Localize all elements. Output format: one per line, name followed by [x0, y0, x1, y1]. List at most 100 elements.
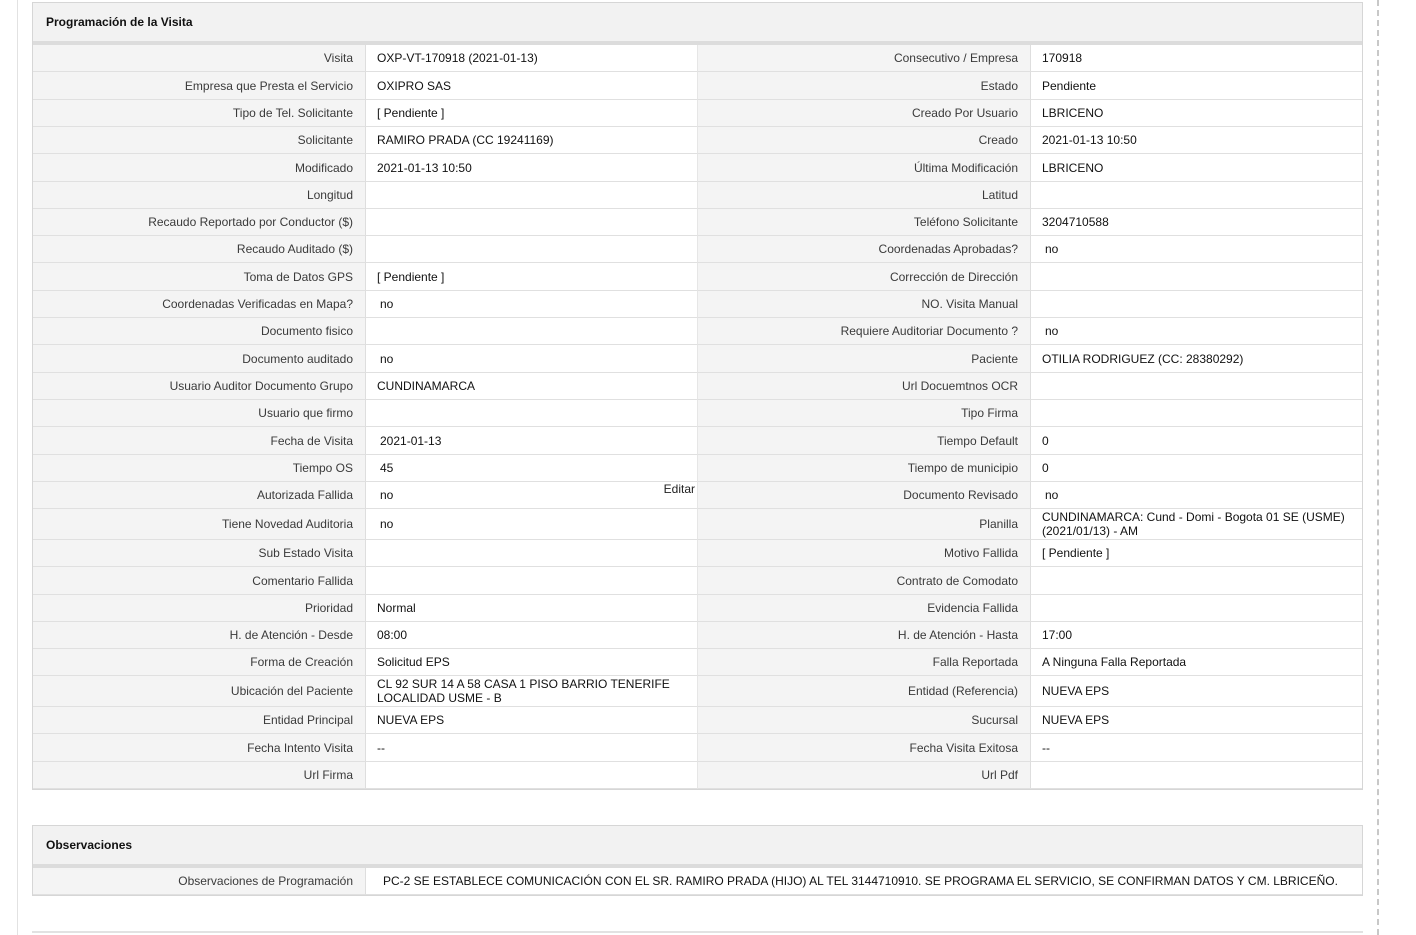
next-panel-top-border [32, 931, 1363, 933]
observaciones-panel: Observaciones Observaciones de Programac… [32, 825, 1363, 896]
field-value: CL 92 SUR 14 A 58 CASA 1 PISO BARRIO TEN… [366, 676, 698, 707]
field-value-text: no [380, 488, 394, 502]
field-value [1031, 400, 1362, 427]
field-value: [ Pendiente ] [366, 100, 698, 127]
field-value: no Editar [366, 482, 698, 509]
field-label: Falla Reportada [698, 649, 1031, 676]
field-label: Sucursal [698, 707, 1031, 734]
field-label: Teléfono Solicitante [698, 209, 1031, 236]
observaciones-label: Observaciones de Programación [33, 868, 366, 895]
field-value: no [366, 509, 698, 540]
page-right-border [1377, 0, 1379, 935]
field-label: Motivo Fallida [698, 540, 1031, 567]
field-label: Sub Estado Visita [33, 540, 366, 567]
field-label: Longitud [33, 182, 366, 209]
field-value [366, 236, 698, 263]
field-label: Entidad Principal [33, 707, 366, 734]
field-value: NUEVA EPS [1031, 707, 1362, 734]
field-label: Prioridad [33, 595, 366, 622]
observaciones-value: PC-2 SE ESTABLECE COMUNICACIÓN CON EL SR… [366, 868, 1362, 895]
field-value [366, 182, 698, 209]
programacion-panel: Programación de la Visita Visita OXP-VT-1… [32, 2, 1363, 790]
field-label: Recaudo Auditado ($) [33, 236, 366, 263]
field-label: Planilla [698, 509, 1031, 540]
field-label: Última Modificación [698, 154, 1031, 182]
field-label: Corrección de Dirección [698, 263, 1031, 291]
field-label: Documento auditado [33, 345, 366, 373]
field-label: NO. Visita Manual [698, 291, 1031, 318]
field-value: [ Pendiente ] [1031, 540, 1362, 567]
field-value: LBRICENO [1031, 100, 1362, 127]
field-value: no [1031, 236, 1362, 263]
field-label: Consecutivo / Empresa [698, 45, 1031, 72]
field-value: NUEVA EPS [366, 707, 698, 734]
field-label: Autorizada Fallida [33, 482, 366, 509]
field-value: -- [366, 734, 698, 762]
field-label: Empresa que Presta el Servicio [33, 72, 366, 100]
field-value [1031, 291, 1362, 318]
field-label: Comentario Fallida [33, 567, 366, 595]
field-value [366, 540, 698, 567]
observaciones-panel-title: Observaciones [33, 826, 1362, 868]
field-label: Recaudo Reportado por Conductor ($) [33, 209, 366, 236]
field-label: Toma de Datos GPS [33, 263, 366, 291]
programacion-panel-title: Programación de la Visita [33, 3, 1362, 45]
field-value: Normal [366, 595, 698, 622]
field-value: no [1031, 318, 1362, 345]
field-label: Url Docuemtnos OCR [698, 373, 1031, 400]
field-label: Url Firma [33, 762, 366, 789]
field-label: Coordenadas Aprobadas? [698, 236, 1031, 263]
field-value: no [366, 345, 698, 373]
field-label: Documento fisico [33, 318, 366, 345]
field-label: H. de Atención - Hasta [698, 622, 1031, 649]
field-label: Solicitante [33, 127, 366, 154]
field-value: 2021-01-13 [366, 427, 698, 455]
field-value [1031, 762, 1362, 789]
field-label: Tipo de Tel. Solicitante [33, 100, 366, 127]
field-value: 170918 [1031, 45, 1362, 72]
field-label: Tiempo de municipio [698, 455, 1031, 482]
field-value: 08:00 [366, 622, 698, 649]
field-label: Contrato de Comodato [698, 567, 1031, 595]
field-value [1031, 567, 1362, 595]
field-value: CUNDINAMARCA: Cund - Domi - Bogota 01 SE… [1031, 509, 1362, 540]
field-value: Pendiente [1031, 72, 1362, 100]
field-value: 0 [1031, 455, 1362, 482]
field-value: no [1031, 482, 1362, 509]
field-label: Usuario Auditor Documento Grupo [33, 373, 366, 400]
field-label: Ubicación del Paciente [33, 676, 366, 707]
field-label: Documento Revisado [698, 482, 1031, 509]
field-value [1031, 182, 1362, 209]
field-label: Tiene Novedad Auditoria [33, 509, 366, 540]
field-value [1031, 595, 1362, 622]
field-label: Entidad (Referencia) [698, 676, 1031, 707]
edit-link[interactable]: Editar [664, 482, 695, 496]
field-value: 3204710588 [1031, 209, 1362, 236]
field-value: -- [1031, 734, 1362, 762]
field-label: Visita [33, 45, 366, 72]
field-label: Modificado [33, 154, 366, 182]
field-value: OXIPRO SAS [366, 72, 698, 100]
field-label: Tiempo Default [698, 427, 1031, 455]
field-label: Fecha Visita Exitosa [698, 734, 1031, 762]
field-label: Coordenadas Verificadas en Mapa? [33, 291, 366, 318]
field-label: Estado [698, 72, 1031, 100]
field-label: Creado [698, 127, 1031, 154]
field-value: 0 [1031, 427, 1362, 455]
field-value [366, 762, 698, 789]
field-label: Forma de Creación [33, 649, 366, 676]
field-label: Tiempo OS [33, 455, 366, 482]
field-value [366, 567, 698, 595]
field-label: Url Pdf [698, 762, 1031, 789]
field-label: Evidencia Fallida [698, 595, 1031, 622]
field-label: Usuario que firmo [33, 400, 366, 427]
observaciones-row: Observaciones de Programación PC-2 SE ES… [33, 868, 1362, 895]
field-label: Tipo Firma [698, 400, 1031, 427]
field-value [366, 318, 698, 345]
field-value: LBRICENO [1031, 154, 1362, 182]
field-label: Requiere Auditoriar Documento ? [698, 318, 1031, 345]
field-value: no [366, 291, 698, 318]
field-label: Paciente [698, 345, 1031, 373]
programacion-grid: Visita OXP-VT-170918 (2021-01-13) Consecut… [33, 45, 1362, 789]
field-value: OXP-VT-170918 (2021-01-13) [366, 45, 698, 72]
